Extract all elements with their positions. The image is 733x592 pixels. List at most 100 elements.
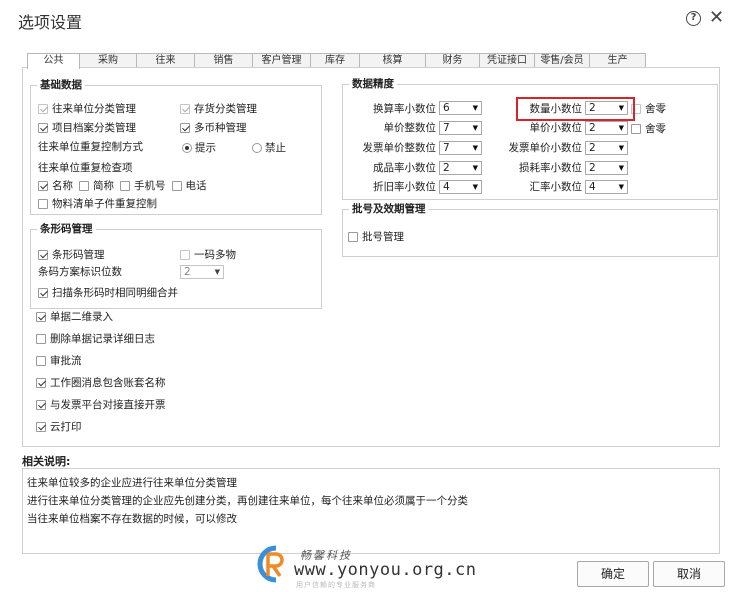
- tab-partner[interactable]: 往来: [136, 53, 195, 68]
- precision-left-1-select[interactable]: 7 ▼: [439, 121, 482, 135]
- tab-customer[interactable]: 客户管理: [252, 53, 311, 68]
- dup-check-items: 名称 简称 手机号 电话: [38, 178, 207, 193]
- question-circle-icon[interactable]: ?: [686, 11, 701, 26]
- radio-button[interactable]: [252, 142, 262, 153]
- check-name-checkbox[interactable]: [38, 180, 48, 191]
- checkbox[interactable]: [38, 198, 48, 209]
- partner-category-option[interactable]: 往来单位分类管理: [38, 101, 136, 116]
- checkbox[interactable]: [36, 377, 46, 388]
- select-value: 2: [589, 102, 596, 114]
- checkbox[interactable]: [180, 249, 190, 260]
- option-label: 简称: [93, 180, 114, 192]
- misc-option-2d-entry[interactable]: 单据二维录入: [36, 309, 113, 324]
- notes-line: 往来单位较多的企业应进行往来单位分类管理: [27, 477, 237, 489]
- precision-left-2-select[interactable]: 7 ▼: [439, 141, 482, 155]
- checkbox[interactable]: [38, 287, 48, 298]
- checkbox[interactable]: [631, 103, 641, 114]
- check-phone-checkbox[interactable]: [120, 180, 130, 191]
- checkbox[interactable]: [180, 103, 190, 114]
- dropdown-arrow-icon: ▼: [472, 124, 478, 132]
- precision-right-3-select[interactable]: 2 ▼: [585, 161, 628, 175]
- group-title: 条形码管理: [37, 222, 96, 236]
- option-label: 存货分类管理: [194, 103, 257, 115]
- tab-purchase[interactable]: 采购: [79, 53, 137, 68]
- select-value: 2: [589, 162, 596, 174]
- select-value: 7: [443, 142, 450, 154]
- barcode-manage-option[interactable]: 条形码管理: [38, 247, 105, 262]
- option-label: 多币种管理: [194, 122, 247, 134]
- option-label: 手机号: [134, 180, 166, 192]
- tab-production[interactable]: 生产: [589, 53, 646, 68]
- option-label: 电话: [185, 180, 207, 192]
- misc-option-cloud-print[interactable]: 云打印: [36, 419, 82, 434]
- misc-option-approval[interactable]: 审批流: [36, 353, 82, 368]
- checkbox[interactable]: [38, 249, 48, 260]
- checkbox[interactable]: [36, 311, 46, 322]
- dup-check-label: 往来单位重复检查项: [38, 162, 133, 174]
- quantity-decimal-select[interactable]: 2 ▼: [585, 101, 628, 115]
- notes-line: 当往来单位档案不存在数据的时候，可以修改: [27, 513, 237, 525]
- check-abbr-checkbox[interactable]: [79, 180, 89, 191]
- option-label: 工作圈消息包含账套名称: [50, 377, 166, 389]
- quantity-rounding-option[interactable]: 舍零: [631, 101, 666, 116]
- precision-right-2-select[interactable]: 2 ▼: [585, 141, 628, 155]
- checkbox[interactable]: [36, 421, 46, 432]
- tab-finance[interactable]: 财务: [425, 53, 480, 68]
- misc-option-workcircle[interactable]: 工作圈消息包含账套名称: [36, 375, 166, 390]
- misc-option-invoice[interactable]: 与发票平台对接直接开票: [36, 397, 166, 412]
- misc-option-delete-log[interactable]: 删除单据记录详细日志: [36, 331, 155, 346]
- precision-left-0-select[interactable]: 6 ▼: [439, 101, 482, 115]
- tab-sales[interactable]: 销售: [194, 53, 253, 68]
- check-tel-checkbox[interactable]: [171, 180, 182, 191]
- checkbox[interactable]: [348, 231, 358, 242]
- notes-line: 进行往来单位分类管理的企业应先创建分类，再创建往来单位，每个往来单位必须属于一个…: [27, 495, 468, 507]
- option-label: 舍零: [645, 103, 666, 115]
- tab-inventory[interactable]: 库存: [310, 53, 360, 68]
- option-label: 项目档案分类管理: [52, 122, 136, 134]
- notes-box: 往来单位较多的企业应进行往来单位分类管理 进行往来单位分类管理的企业应先创建分类…: [22, 468, 720, 554]
- option-label: 舍零: [645, 123, 666, 135]
- precision-right-1: 单价小数位: [529, 122, 583, 134]
- dropdown-arrow-icon: ▼: [618, 183, 624, 191]
- dropdown-arrow-icon: ▼: [472, 164, 478, 172]
- select-value: 7: [443, 122, 450, 134]
- precision-right-4: 汇率小数位: [529, 181, 583, 193]
- bom-dup-option[interactable]: 物料清单子件重复控制: [38, 196, 157, 211]
- checkbox[interactable]: [36, 355, 46, 366]
- multi-currency-option[interactable]: 多币种管理: [180, 120, 247, 135]
- precision-left-3-select[interactable]: 2 ▼: [439, 161, 482, 175]
- precision-left-4-select[interactable]: 4 ▼: [439, 180, 482, 194]
- tab-public[interactable]: 公共: [27, 53, 80, 69]
- precision-right-4-select[interactable]: 4 ▼: [585, 180, 628, 194]
- scheme-digits-select[interactable]: 2 ▼: [180, 265, 224, 279]
- radio-button[interactable]: [182, 142, 192, 153]
- dup-forbid-radio[interactable]: 禁止: [252, 140, 286, 155]
- dup-prompt-radio[interactable]: 提示: [182, 140, 216, 155]
- option-label: 批号管理: [362, 231, 404, 243]
- ok-button[interactable]: 确定: [577, 561, 649, 587]
- checkbox[interactable]: [36, 399, 46, 410]
- group-title: 数据精度: [349, 77, 397, 91]
- close-icon[interactable]: ✕: [709, 7, 724, 29]
- tab-voucher[interactable]: 凭证接口: [479, 53, 535, 68]
- option-label: 删除单据记录详细日志: [50, 333, 155, 345]
- batch-manage-option[interactable]: 批号管理: [348, 229, 404, 244]
- tab-accounting[interactable]: 核算: [359, 53, 426, 68]
- precision-left-4: 折旧率小数位: [373, 181, 436, 193]
- checkbox[interactable]: [631, 123, 641, 134]
- one-code-multi-option[interactable]: 一码多物: [180, 247, 236, 262]
- checkbox[interactable]: [38, 103, 48, 114]
- cancel-button[interactable]: 取消: [653, 561, 725, 587]
- inventory-category-option[interactable]: 存货分类管理: [180, 101, 257, 116]
- project-category-option[interactable]: 项目档案分类管理: [38, 120, 136, 135]
- tab-retail[interactable]: 零售/会员: [534, 53, 590, 68]
- price-decimal-select[interactable]: 2 ▼: [585, 121, 628, 135]
- merge-detail-option[interactable]: 扫描条形码时相同明细合并: [38, 285, 178, 300]
- window-title: 选项设置: [18, 13, 83, 32]
- group-title: 基础数据: [37, 78, 85, 92]
- checkbox[interactable]: [38, 122, 48, 133]
- price-rounding-option[interactable]: 舍零: [631, 121, 666, 136]
- checkbox[interactable]: [180, 122, 190, 133]
- checkbox[interactable]: [36, 333, 46, 344]
- scheme-digits-label: 条码方案标识位数: [38, 266, 122, 278]
